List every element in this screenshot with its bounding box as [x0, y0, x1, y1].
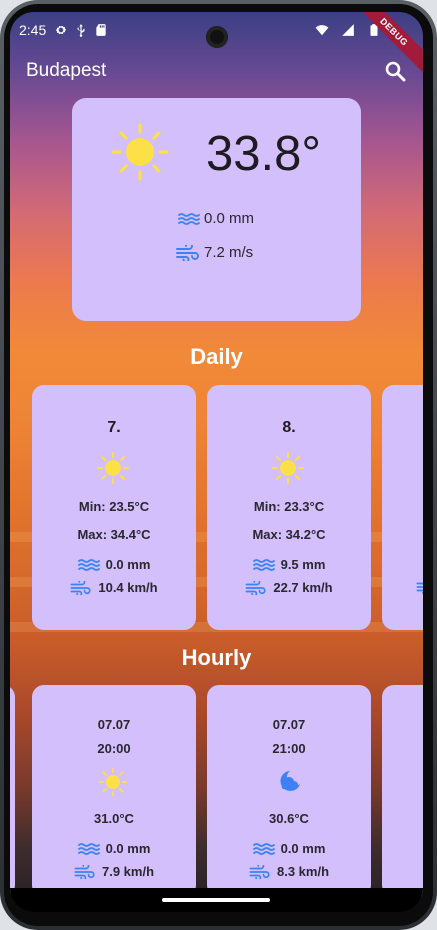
daily-min-temp: Min: 23.3°C: [253, 499, 325, 514]
hourly-section-title: Hourly: [181, 645, 252, 670]
hourly-temperature: 30.6°C: [269, 811, 309, 826]
water-waves-icon: [252, 558, 275, 571]
daily-max-temp: Max: 34.4°C: [77, 527, 151, 542]
hourly-wind-row: 8.3 km/h: [207, 864, 371, 879]
front-camera: [206, 26, 228, 48]
hourly-temperature: 31.0°C: [94, 811, 134, 826]
daily-section-title: Daily: [190, 344, 243, 369]
hourly-card-partial[interactable]: [10, 685, 15, 897]
hourly-card[interactable]: 07.07 21:00 30.6°C 0.0 mm 8.3 km/h: [207, 685, 371, 897]
wind-icon: [176, 244, 199, 261]
search-icon[interactable]: [383, 59, 407, 83]
daily-wind: 10.4 km/h: [98, 580, 158, 595]
sun-icon: [97, 452, 129, 484]
daily-precipitation-row: 0.0 mm: [32, 557, 196, 572]
hourly-time: 20:00: [97, 741, 131, 756]
city-title: Budapest: [26, 60, 107, 81]
wind-icon: [245, 580, 266, 595]
hourly-wind: 8.3 km/h: [276, 864, 330, 879]
gear-icon: [56, 25, 67, 35]
water-waves-icon: [77, 558, 100, 571]
current-temperature: 33.8°: [206, 127, 321, 181]
current-precipitation: 0.0 mm: [204, 210, 255, 227]
wind-icon: [416, 582, 423, 594]
hourly-date: 07.07: [272, 717, 306, 732]
hourly-card-partial[interactable]: [382, 685, 423, 897]
daily-card[interactable]: 7. Min: 23.5°C Max: 34.4°C 0.0 mm 10.4 k…: [32, 385, 196, 630]
status-time: 2:45: [19, 22, 47, 38]
hourly-precipitation: 0.0 mm: [280, 841, 326, 856]
daily-max-temp: Max: 34.2°C: [252, 527, 326, 542]
daily-card-partial[interactable]: [382, 385, 423, 630]
sd-card-icon: [96, 24, 106, 36]
current-wind-row: 7.2 m/s: [176, 244, 253, 261]
current-weather-card: 33.8° 0.0 mm 7.2 m/s: [72, 98, 361, 321]
daily-wind-row: 22.7 km/h: [207, 580, 371, 595]
daily-wind-row: 10.4 km/h: [32, 580, 196, 595]
current-wind: 7.2 m/s: [204, 244, 254, 261]
hourly-precipitation-row: 0.0 mm: [207, 841, 371, 856]
cellular-icon: [342, 24, 354, 36]
daily-day: 7.: [107, 419, 121, 436]
wind-icon: [249, 864, 270, 879]
daily-wind: 22.7 km/h: [273, 580, 333, 595]
daily-precipitation-row: 9.5 mm: [207, 557, 371, 572]
home-gesture-handle[interactable]: [162, 898, 270, 902]
daily-precipitation: 9.5 mm: [280, 557, 326, 572]
hourly-time: 21:00: [272, 741, 306, 756]
sun-icon: [272, 452, 304, 484]
water-waves-icon: [178, 212, 200, 225]
sun-icon: [111, 123, 169, 181]
hourly-wind-row: 7.9 km/h: [32, 864, 196, 879]
app-screen: 2:45 DEBUG Budapest 33.8° 0.0 mm 7.2 m/s…: [10, 12, 423, 912]
daily-min-temp: Min: 23.5°C: [78, 499, 150, 514]
system-nav-bar: [10, 888, 423, 912]
app-bar: Budapest: [10, 56, 423, 86]
hourly-precipitation-row: 0.0 mm: [32, 841, 196, 856]
wifi-icon: [315, 25, 329, 36]
hourly-wind: 7.9 km/h: [101, 864, 155, 879]
water-waves-icon: [77, 842, 100, 855]
usb-icon: [77, 24, 85, 37]
water-waves-icon: [252, 842, 275, 855]
daily-card[interactable]: 8. Min: 23.3°C Max: 34.2°C 9.5 mm 22.7 k…: [207, 385, 371, 630]
hourly-card[interactable]: 07.07 20:00 31.0°C 0.0 mm 7.9 km/h: [32, 685, 196, 897]
wind-icon: [74, 864, 95, 879]
hourly-precipitation: 0.0 mm: [105, 841, 151, 856]
daily-precipitation: 0.0 mm: [105, 557, 151, 572]
current-precipitation-row: 0.0 mm: [178, 210, 254, 227]
sun-icon: [98, 767, 128, 797]
hourly-date: 07.07: [97, 717, 131, 732]
wind-icon: [70, 580, 91, 595]
daily-day: 8.: [282, 419, 296, 436]
moon-cloud-icon: [280, 771, 300, 791]
